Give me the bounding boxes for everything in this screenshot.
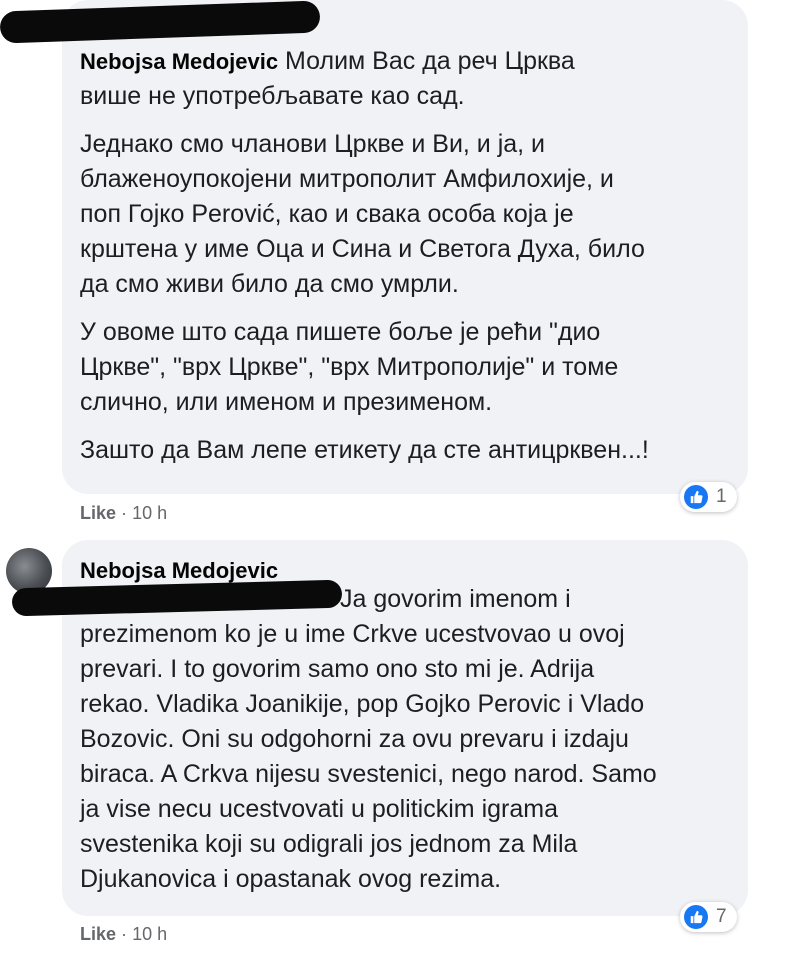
- comment-bubble-1: Nebojsa Medojevic Молим Вас да реч Црква…: [0, 0, 748, 494]
- timestamp[interactable]: 10 h: [132, 924, 167, 944]
- comment-1-para-2: Једнако смо чланови Цркве и Ви, и ја, и …: [80, 130, 645, 298]
- comment-1-para-4: Зашто да Вам лепе етикету да сте антицрк…: [80, 436, 649, 464]
- comment-author-name[interactable]: Nebojsa Medojevic: [80, 558, 278, 584]
- comment-bubble-2: Nebojsa Medojevic Ja govorim imenom i pr…: [11, 540, 748, 916]
- reaction-count-badge[interactable]: 7: [680, 902, 737, 932]
- comment-2-para-1: Ja govorim imenom i prezimenom ko je u i…: [80, 585, 657, 893]
- comment-1-meta: Like · 10 h: [80, 503, 168, 523]
- like-link[interactable]: Like: [80, 503, 116, 523]
- thumbs-up-icon: [684, 905, 708, 929]
- comment-2-meta: Like · 10 h: [80, 924, 168, 944]
- comment-1-para-3: У овоме што сада пишете боље је рећи "ди…: [80, 318, 619, 416]
- comment-1-para-1: Nebojsa Medojevic Молим Вас да реч Црква…: [80, 47, 575, 110]
- redacted-header-mark: [0, 0, 321, 44]
- comment-author-name[interactable]: Nebojsa Medojevic: [80, 49, 278, 74]
- thumbs-up-icon: [684, 485, 708, 509]
- like-link[interactable]: Like: [80, 924, 116, 944]
- reaction-count-badge[interactable]: 1: [680, 482, 737, 512]
- timestamp[interactable]: 10 h: [132, 503, 167, 523]
